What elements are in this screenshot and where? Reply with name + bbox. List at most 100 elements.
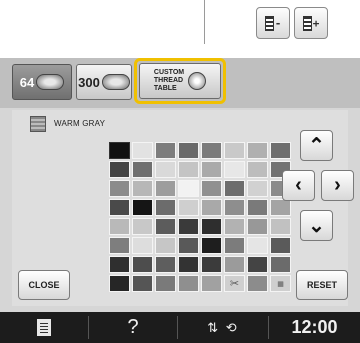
palette-color-cell[interactable] bbox=[178, 275, 199, 292]
palette-color-cell[interactable] bbox=[155, 199, 176, 216]
palette-color-cell[interactable] bbox=[178, 180, 199, 197]
palette-color-cell[interactable] bbox=[247, 180, 268, 197]
palette-color-cell[interactable] bbox=[247, 142, 268, 159]
palette-color-cell[interactable] bbox=[178, 142, 199, 159]
top-divider bbox=[204, 0, 205, 44]
palette-color-cell[interactable] bbox=[201, 275, 222, 292]
spool-icon bbox=[36, 74, 65, 90]
chevron-right-icon: › bbox=[334, 174, 341, 196]
palette-color-cell[interactable] bbox=[201, 256, 222, 273]
palette-color-cell[interactable] bbox=[224, 161, 245, 178]
chevron-up-icon: ⌃ bbox=[308, 135, 325, 157]
down-arrow-button[interactable]: ⌄ bbox=[300, 210, 333, 241]
help-button[interactable]: ? bbox=[89, 312, 177, 343]
palette-color-cell[interactable] bbox=[155, 237, 176, 254]
palette-color-cell[interactable] bbox=[109, 180, 130, 197]
palette-color-cell[interactable] bbox=[109, 161, 130, 178]
palette-color-cell[interactable] bbox=[132, 275, 153, 292]
thread-plus-label: + bbox=[312, 16, 320, 30]
top-area: - + bbox=[0, 0, 360, 58]
palette-color-cell[interactable] bbox=[201, 142, 222, 159]
palette-color-cell[interactable] bbox=[132, 218, 153, 235]
custom-tab-label: CUSTOM THREAD TABLE bbox=[153, 69, 185, 92]
palette-color-cell[interactable] bbox=[155, 218, 176, 235]
connection-status[interactable]: ⇅ ⟲ bbox=[178, 312, 268, 343]
connection-icon: ⇅ ⟲ bbox=[207, 319, 239, 335]
palette-color-cell[interactable] bbox=[155, 180, 176, 197]
palette-color-cell[interactable] bbox=[270, 256, 291, 273]
close-label: CLOSE bbox=[28, 280, 60, 290]
palette-color-cell[interactable] bbox=[132, 180, 153, 197]
palette-color-cell[interactable] bbox=[132, 237, 153, 254]
tab-custom-thread-table[interactable]: CUSTOM THREAD TABLE bbox=[139, 63, 221, 99]
hatch-icon[interactable]: ▦ bbox=[270, 275, 291, 292]
tab-300-label: 300 bbox=[78, 74, 100, 90]
thread-minus-button[interactable]: - bbox=[256, 7, 290, 39]
color-name-label: WARM GRAY bbox=[54, 119, 106, 128]
document-button[interactable] bbox=[0, 312, 88, 343]
palette-color-cell[interactable] bbox=[224, 237, 245, 254]
palette-color-cell[interactable] bbox=[155, 142, 176, 159]
palette-color-cell[interactable] bbox=[178, 256, 199, 273]
palette-color-cell[interactable] bbox=[247, 256, 268, 273]
palette-color-cell[interactable] bbox=[178, 199, 199, 216]
thread-plus-button[interactable]: + bbox=[294, 7, 328, 39]
clock-time: 12:00 bbox=[291, 317, 338, 337]
palette-color-cell[interactable] bbox=[201, 237, 222, 254]
reset-button[interactable]: RESET bbox=[296, 270, 348, 300]
thread-icon bbox=[302, 15, 312, 31]
palette-color-cell[interactable] bbox=[224, 218, 245, 235]
bottom-bar: ? ⇅ ⟲ 12:00 bbox=[0, 312, 360, 343]
palette-color-cell[interactable] bbox=[224, 180, 245, 197]
palette-color-cell[interactable] bbox=[178, 237, 199, 254]
thread-icon bbox=[264, 15, 274, 31]
tab-thread-64[interactable]: 64 bbox=[12, 64, 72, 100]
close-button[interactable]: CLOSE bbox=[18, 270, 70, 300]
clock: 12:00 bbox=[269, 312, 360, 343]
right-arrow-button[interactable]: › bbox=[321, 170, 354, 201]
palette-color-cell[interactable] bbox=[109, 256, 130, 273]
palette-color-cell[interactable] bbox=[132, 161, 153, 178]
up-arrow-button[interactable]: ⌃ bbox=[300, 130, 333, 161]
palette-color-cell[interactable] bbox=[247, 218, 268, 235]
palette-color-cell[interactable] bbox=[155, 275, 176, 292]
palette-color-cell[interactable] bbox=[247, 161, 268, 178]
palette-color-cell[interactable] bbox=[178, 218, 199, 235]
palette-color-cell[interactable] bbox=[201, 218, 222, 235]
palette-color-cell[interactable] bbox=[155, 256, 176, 273]
palette-color-cell[interactable] bbox=[109, 218, 130, 235]
palette-color-cell[interactable] bbox=[270, 237, 291, 254]
palette-color-cell[interactable] bbox=[224, 142, 245, 159]
palette-color-cell[interactable] bbox=[132, 142, 153, 159]
scissors-icon[interactable]: ✂ bbox=[224, 275, 245, 292]
palette-color-cell[interactable] bbox=[270, 142, 291, 159]
palette-color-cell[interactable] bbox=[109, 199, 130, 216]
thread-minus-label: - bbox=[274, 16, 282, 30]
tab-thread-300[interactable]: 300 bbox=[76, 64, 132, 100]
chevron-left-icon: ‹ bbox=[295, 174, 302, 196]
left-arrow-button[interactable]: ‹ bbox=[282, 170, 315, 201]
document-icon bbox=[37, 319, 51, 336]
spool-icon bbox=[101, 74, 130, 90]
palette-color-cell[interactable] bbox=[201, 180, 222, 197]
palette-color-cell[interactable] bbox=[132, 199, 153, 216]
reset-label: RESET bbox=[306, 280, 337, 290]
palette-color-cell[interactable] bbox=[270, 199, 291, 216]
palette-color-cell[interactable] bbox=[109, 275, 130, 292]
palette-color-cell[interactable] bbox=[247, 275, 268, 292]
palette-color-cell[interactable] bbox=[270, 218, 291, 235]
palette-color-cell[interactable] bbox=[224, 199, 245, 216]
palette-color-cell[interactable] bbox=[178, 161, 199, 178]
palette-color-cell[interactable] bbox=[132, 256, 153, 273]
palette-color-cell[interactable] bbox=[109, 142, 130, 159]
help-icon: ? bbox=[127, 316, 139, 338]
palette-color-cell[interactable] bbox=[247, 199, 268, 216]
palette-color-cell[interactable] bbox=[247, 237, 268, 254]
palette-color-cell[interactable] bbox=[201, 161, 222, 178]
palette-color-cell[interactable] bbox=[109, 237, 130, 254]
color-palette-grid: ✂ ▦ bbox=[109, 142, 291, 292]
thread-spool-icon bbox=[30, 116, 46, 132]
palette-color-cell[interactable] bbox=[224, 256, 245, 273]
palette-color-cell[interactable] bbox=[201, 199, 222, 216]
palette-color-cell[interactable] bbox=[155, 161, 176, 178]
